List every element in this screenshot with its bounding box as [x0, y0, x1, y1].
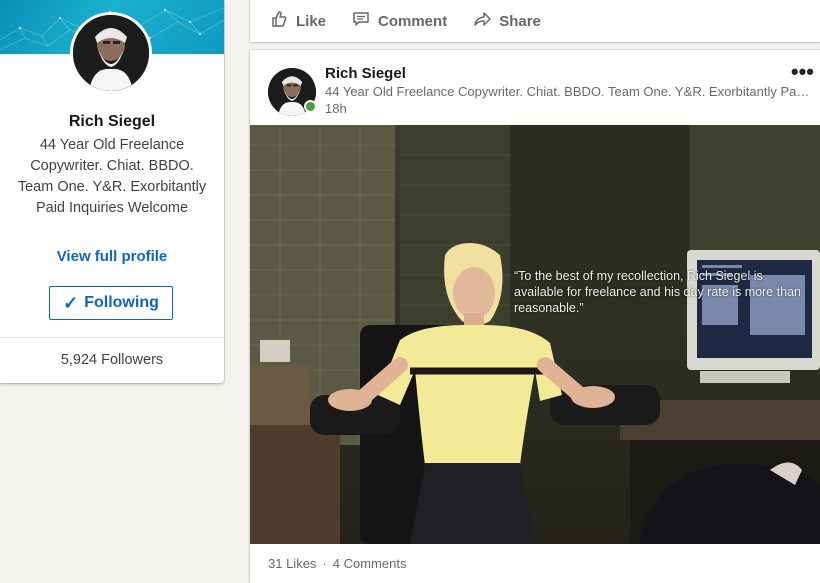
comment-button-label: Comment — [378, 12, 448, 30]
previous-post-action-bar: Like Comment Share — [250, 0, 820, 42]
like-button-label: Like — [296, 12, 327, 30]
profile-avatar[interactable] — [70, 12, 152, 94]
followers-count: 5,924 Followers — [60, 352, 164, 368]
share-button[interactable]: Share — [473, 10, 541, 32]
comment-button[interactable]: Comment — [352, 10, 447, 32]
comment-icon — [352, 10, 370, 32]
share-icon — [473, 10, 491, 32]
online-status-indicator — [304, 100, 317, 113]
divider — [0, 337, 224, 338]
profile-name[interactable]: Rich Siegel — [0, 113, 224, 131]
profile-card: Rich Siegel 44 Year Old Freelance Copywr… — [0, 0, 224, 383]
social-counts: 31 Likes · 4 Comments — [268, 556, 406, 571]
share-button-label: Share — [499, 12, 541, 30]
image-caption-quote: “To the best of my recollection, Rich Si… — [514, 269, 801, 315]
post-author-headline: 44 Year Old Freelance Copywriter. Chiat.… — [325, 84, 811, 99]
post-timestamp: 18h — [325, 101, 347, 116]
comments-count[interactable]: 4 Comments — [333, 556, 407, 571]
following-button[interactable]: ✓ Following — [49, 286, 173, 320]
view-full-profile-link[interactable]: View full profile — [0, 248, 224, 265]
feed-post: Rich Siegel 44 Year Old Freelance Copywr… — [250, 50, 820, 583]
count-separator: · — [322, 556, 327, 571]
likes-count[interactable]: 31 Likes — [268, 556, 316, 571]
like-button[interactable]: Like — [270, 10, 326, 32]
more-icon[interactable]: ••• — [791, 61, 814, 83]
post-author-name[interactable]: Rich Siegel — [325, 65, 406, 82]
profile-headline: 44 Year Old Freelance Copywriter. Chiat.… — [17, 137, 207, 216]
check-icon: ✓ — [63, 292, 79, 313]
following-button-label: Following — [84, 294, 159, 311]
post-image[interactable]: “To the best of my recollection, Rich Si… — [250, 125, 820, 544]
like-icon — [270, 10, 288, 32]
